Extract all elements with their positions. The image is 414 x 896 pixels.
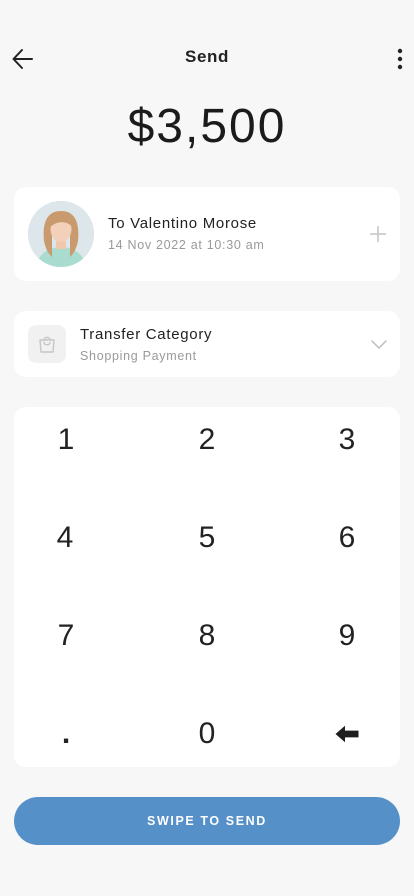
keypad: 1 2 3 4 5 6 7 8 9 . 0 [14, 407, 400, 767]
key-8[interactable]: 8 [157, 601, 257, 671]
key-1[interactable]: 1 [16, 405, 116, 475]
recipient-date: 14 Nov 2022 at 10:30 am [108, 238, 265, 252]
backspace-arrow-icon [335, 725, 359, 743]
chevron-down-icon [371, 340, 387, 349]
category-icon-box [28, 325, 66, 363]
key-0[interactable]: 0 [157, 699, 257, 769]
key-5[interactable]: 5 [157, 503, 257, 573]
more-vertical-icon [397, 48, 403, 70]
recipient-name: To Valentino Morose [108, 215, 257, 232]
send-screen: Send $3,500 To Valentino Morose 14 Nov 2… [0, 0, 414, 896]
key-2[interactable]: 2 [157, 405, 257, 475]
amount-display: $3,500 [127, 100, 287, 153]
header: Send [0, 36, 414, 80]
recipient-card: To Valentino Morose 14 Nov 2022 at 10:30… [14, 187, 400, 281]
key-3[interactable]: 3 [297, 405, 397, 475]
key-7[interactable]: 7 [16, 601, 116, 671]
category-label: Transfer Category [80, 326, 213, 343]
key-9[interactable]: 9 [297, 601, 397, 671]
backspace-key[interactable] [297, 699, 397, 769]
page-title: Send [185, 47, 229, 66]
category-value: Shopping Payment [80, 349, 197, 363]
key-6[interactable]: 6 [297, 503, 397, 573]
swipe-to-send-button[interactable]: SWIPE TO SEND [14, 797, 400, 845]
more-options-button[interactable] [392, 45, 408, 73]
add-recipient-button[interactable] [366, 222, 390, 246]
avatar-image [28, 201, 94, 267]
key-4[interactable]: 4 [15, 503, 115, 573]
key-dot[interactable]: . [16, 699, 116, 769]
plus-icon [370, 226, 386, 242]
avatar [28, 201, 94, 267]
transfer-category-select[interactable]: Transfer Category Shopping Payment [14, 311, 400, 377]
shopping-bag-icon [39, 336, 55, 353]
